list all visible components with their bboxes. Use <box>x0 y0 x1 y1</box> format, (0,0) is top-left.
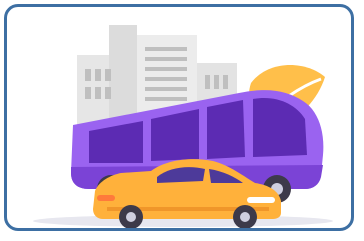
illustration-card <box>4 4 354 231</box>
transport-illustration-icon <box>33 25 333 228</box>
